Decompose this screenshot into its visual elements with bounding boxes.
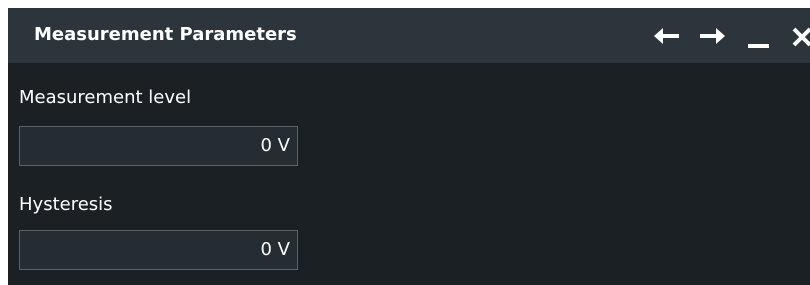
dialog-title: Measurement Parameters	[34, 24, 297, 45]
minimize-icon	[748, 44, 769, 48]
back-button[interactable]	[651, 22, 681, 50]
forward-button[interactable]	[698, 22, 728, 50]
measurement-level-label: Measurement level	[19, 87, 192, 108]
dialog-titlebar: Measurement Parameters	[8, 8, 810, 63]
close-button[interactable]	[790, 22, 810, 50]
measurement-level-input[interactable]: 0 V	[19, 126, 298, 166]
arrow-left-icon	[654, 28, 679, 44]
arrow-right-icon	[700, 28, 725, 44]
measurement-parameters-dialog: Measurement Parameters Measurement level	[8, 8, 810, 285]
hysteresis-input[interactable]: 0 V	[19, 230, 298, 270]
close-icon	[792, 27, 810, 47]
hysteresis-label: Hysteresis	[19, 194, 113, 215]
minimize-button[interactable]	[745, 22, 773, 50]
